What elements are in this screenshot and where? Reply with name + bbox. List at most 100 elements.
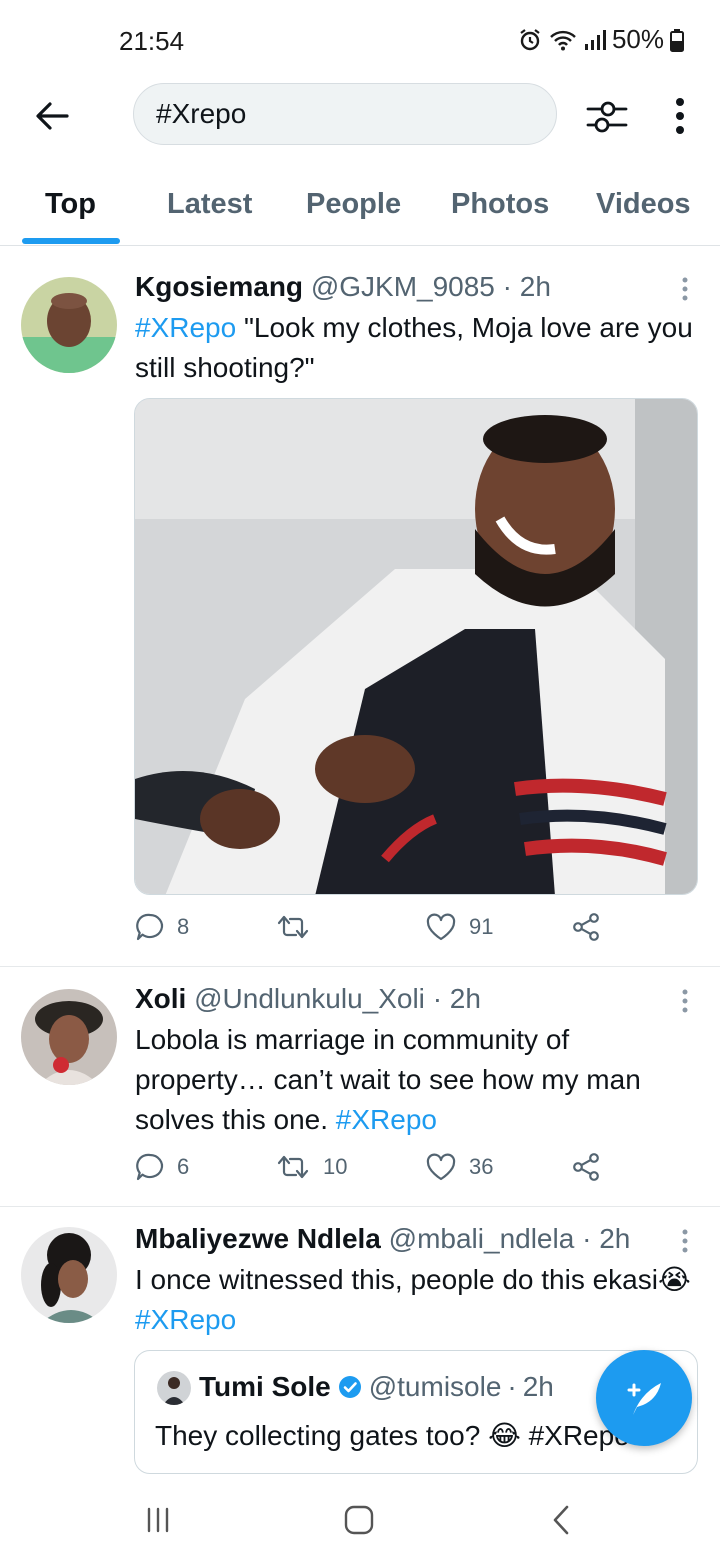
separator-dot: · (432, 983, 443, 1014)
tab-latest[interactable]: Latest (167, 188, 252, 221)
avatar-image (21, 989, 117, 1085)
tweet-media-image[interactable] (134, 398, 698, 895)
tweet-text: Lobola is marriage in community of prope… (135, 1020, 695, 1140)
tab-top[interactable]: Top (45, 188, 96, 221)
status-bar: 21:54 50% (0, 0, 720, 80)
more-vertical-icon (682, 1229, 688, 1253)
reply-count: 8 (177, 914, 190, 939)
compose-tweet-button[interactable] (596, 1350, 692, 1446)
reply-count: 6 (177, 1154, 190, 1179)
tweet-time: 2h (449, 983, 481, 1014)
like-button[interactable]: 91 (425, 912, 493, 942)
author-name[interactable]: Xoli (135, 983, 186, 1014)
tweet[interactable]: Mbaliyezwe Ndlela @mbali_ndlela · 2h I o… (0, 1207, 720, 1497)
home-icon (344, 1505, 374, 1535)
search-tabs: Top Latest People Photos Videos (0, 168, 720, 246)
quoted-avatar (157, 1371, 191, 1405)
reply-button[interactable]: 8 (135, 912, 189, 942)
quoted-author-handle: @tumisole (368, 1371, 502, 1402)
tweet-actions: 8 91 (135, 912, 615, 952)
search-filter-button[interactable] (584, 94, 630, 140)
avatar-image (21, 1227, 117, 1323)
wifi-icon (550, 30, 576, 50)
quoted-author-name: Tumi Sole (199, 1371, 331, 1402)
battery-icon (670, 28, 684, 52)
author-handle[interactable]: @GJKM_9085 (311, 271, 495, 302)
search-header: #Xrepo (0, 80, 720, 152)
tweet-header: Mbaliyezwe Ndlela @mbali_ndlela · 2h (135, 1223, 630, 1255)
tweet-text: #XRepo "Look my clothes, Moja love are y… (135, 308, 695, 388)
avatar[interactable] (21, 277, 117, 373)
like-icon (426, 1153, 456, 1181)
back-arrow-icon (36, 102, 69, 130)
separator-dot: · (507, 1371, 517, 1402)
retweet-button[interactable] (275, 912, 323, 942)
tweet[interactable]: Xoli @Undlunkulu_Xoli · 2h Lobola is mar… (0, 967, 720, 1207)
author-name[interactable]: Kgosiemang (135, 271, 303, 302)
signal-icon (584, 29, 606, 50)
status-icons: 50% (518, 24, 684, 55)
alarm-icon (520, 28, 540, 50)
like-button[interactable]: 36 (425, 1152, 493, 1182)
separator-dot: · (582, 1223, 592, 1254)
author-handle[interactable]: @Undlunkulu_Xoli (194, 983, 425, 1014)
compose-icon (627, 1383, 661, 1415)
active-tab-indicator (22, 238, 120, 244)
author-handle[interactable]: @mbali_ndlela (389, 1223, 575, 1254)
tweet-time: 2h (599, 1223, 631, 1254)
separator-dot: · (502, 271, 512, 302)
reply-icon (136, 913, 164, 941)
photo-laughing-man (135, 399, 697, 894)
avatar-image (21, 277, 117, 373)
hashtag-link[interactable]: #XRepo (135, 312, 236, 343)
tweet-menu-button[interactable] (678, 275, 692, 305)
back-button[interactable] (30, 94, 74, 138)
more-vertical-icon (676, 98, 684, 134)
tweet-time: 2h (519, 271, 551, 302)
chevron-left-icon (553, 1505, 569, 1535)
search-query: #Xrepo (156, 98, 247, 129)
avatar[interactable] (21, 989, 117, 1085)
more-vertical-icon (682, 989, 688, 1013)
reply-icon (136, 1153, 164, 1181)
more-options-button[interactable] (664, 94, 696, 140)
like-count: 36 (469, 1154, 494, 1179)
tweet[interactable]: Kgosiemang @GJKM_9085 · 2h #XRepo "Look … (0, 255, 720, 967)
tweet-menu-button[interactable] (678, 1227, 692, 1257)
tweet-text: I once witnessed this, people do this ek… (135, 1260, 695, 1340)
home-button[interactable] (335, 1500, 383, 1540)
more-vertical-icon (682, 277, 688, 301)
quoted-time: 2h (522, 1371, 554, 1402)
author-name[interactable]: Mbaliyezwe Ndlela (135, 1223, 381, 1254)
avatar[interactable] (21, 1227, 117, 1323)
recent-apps-button[interactable] (134, 1500, 182, 1540)
share-icon (573, 1153, 599, 1181)
reply-button[interactable]: 6 (135, 1152, 189, 1182)
tweet-header: Kgosiemang @GJKM_9085 · 2h (135, 271, 551, 303)
retweet-icon (277, 1155, 309, 1179)
retweet-button[interactable]: 10 (275, 1152, 347, 1182)
filter-icon (586, 101, 628, 133)
share-button[interactable] (571, 1152, 601, 1182)
quoted-header: Tumi Sole @tumisole · 2h (199, 1371, 554, 1403)
hashtag-link[interactable]: #XRepo (135, 1304, 236, 1335)
like-count: 91 (469, 914, 494, 939)
tab-photos[interactable]: Photos (451, 188, 549, 221)
hashtag-link[interactable]: #XRepo (336, 1104, 437, 1135)
battery-percent: 50% (611, 24, 664, 54)
quoted-text: They collecting gates too? 😂 #XRepo (155, 1420, 630, 1451)
tab-videos[interactable]: Videos (596, 188, 691, 221)
tab-people[interactable]: People (306, 188, 401, 221)
verified-icon (338, 1376, 361, 1398)
like-icon (426, 913, 456, 941)
tweet-actions: 6 10 36 (135, 1152, 615, 1192)
status-time: 21:54 (119, 26, 185, 56)
search-input[interactable]: #Xrepo (133, 83, 557, 145)
share-button[interactable] (571, 912, 601, 942)
recent-apps-icon (147, 1507, 169, 1533)
retweet-count: 10 (323, 1154, 348, 1179)
tweet-menu-button[interactable] (678, 987, 692, 1017)
system-nav-bar (0, 1476, 720, 1560)
tweet-body: I once witnessed this, people do this ek… (135, 1264, 691, 1295)
system-back-button[interactable] (537, 1500, 585, 1540)
